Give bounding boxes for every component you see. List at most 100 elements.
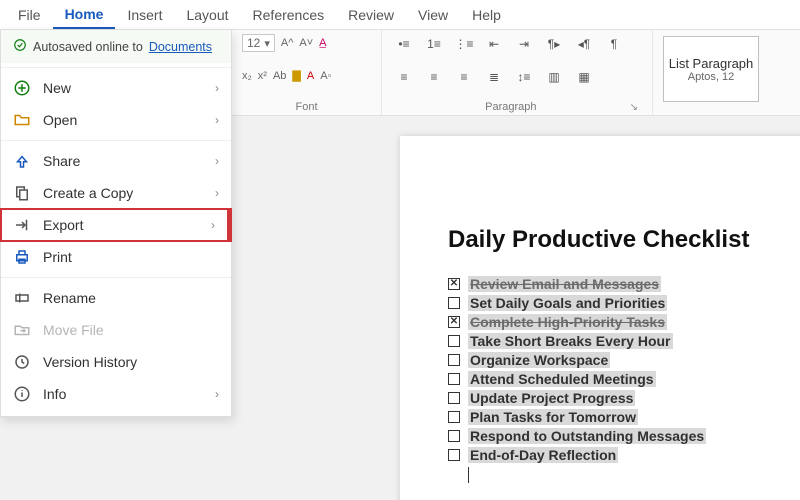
line-spacing-icon[interactable]: ↕≡ xyxy=(512,67,536,87)
font-group-label: Font xyxy=(242,99,371,113)
font-size-select[interactable]: 12 ▾ xyxy=(242,34,275,52)
show-marks-icon[interactable]: ¶ xyxy=(602,34,626,54)
paragraph-group-label: Paragraph xyxy=(392,99,630,113)
checklist-item-text[interactable]: Attend Scheduled Meetings xyxy=(468,371,656,387)
checklist-item[interactable]: Complete High-Priority Tasks xyxy=(448,314,800,330)
ribbon-group-font: 12 ▾ A^ A˅ A̲ x₂ x² Ab ▇ A A◦ Font xyxy=(232,30,382,115)
chevron-right-icon: › xyxy=(215,387,219,401)
history-icon xyxy=(13,353,31,371)
file-menu-info[interactable]: Info › xyxy=(1,378,231,410)
checklist-item[interactable]: Attend Scheduled Meetings xyxy=(448,371,800,387)
paragraph-dialog-launcher-icon[interactable]: ↘ xyxy=(630,102,642,113)
autosave-location-link[interactable]: Documents xyxy=(149,40,212,54)
tab-layout[interactable]: Layout xyxy=(174,2,240,28)
checklist-item[interactable]: Take Short Breaks Every Hour xyxy=(448,333,800,349)
tab-references[interactable]: References xyxy=(241,2,337,28)
tab-view[interactable]: View xyxy=(406,2,460,28)
rtl-icon[interactable]: ◂¶ xyxy=(572,34,596,54)
checklist-item[interactable]: Update Project Progress xyxy=(448,390,800,406)
font-color-icon[interactable]: A xyxy=(307,70,314,82)
checklist-item-text[interactable]: Respond to Outstanding Messages xyxy=(468,428,706,444)
checklist-item-text[interactable]: Plan Tasks for Tomorrow xyxy=(468,409,638,425)
checklist-item[interactable]: End-of-Day Reflection xyxy=(448,447,800,463)
superscript-icon[interactable]: x² xyxy=(258,70,267,82)
file-menu-print[interactable]: Print xyxy=(1,241,231,273)
bullets-icon[interactable]: •≡ xyxy=(392,34,416,54)
checkbox-icon[interactable] xyxy=(448,411,460,423)
justify-icon[interactable]: ≣ xyxy=(482,67,506,87)
file-menu-info-label: Info xyxy=(43,386,66,402)
file-menu-move-label: Move File xyxy=(43,322,104,338)
checklist-item[interactable]: Organize Workspace xyxy=(448,352,800,368)
tab-file[interactable]: File xyxy=(6,2,53,28)
align-left-icon[interactable]: ≡ xyxy=(392,67,416,87)
file-menu-share[interactable]: Share› xyxy=(1,145,231,177)
borders-icon[interactable]: ▦ xyxy=(572,67,596,87)
file-menu-history[interactable]: Version History xyxy=(1,346,231,378)
checklist-item-text[interactable]: Take Short Breaks Every Hour xyxy=(468,333,673,349)
checklist-item-text[interactable]: Organize Workspace xyxy=(468,352,610,368)
export-icon xyxy=(13,216,31,234)
file-menu-copy-label: Create a Copy xyxy=(43,185,133,201)
checklist-item[interactable]: Respond to Outstanding Messages xyxy=(448,428,800,444)
file-menu-export[interactable]: Export › xyxy=(1,209,231,241)
tab-insert[interactable]: Insert xyxy=(115,2,174,28)
highlight-icon[interactable]: ▇ xyxy=(292,69,300,82)
autosave-text: Autosaved online to xyxy=(33,40,143,54)
ltr-icon[interactable]: ¶▸ xyxy=(542,34,566,54)
checklist-item-text[interactable]: Set Daily Goals and Priorities xyxy=(468,295,667,311)
checkbox-icon[interactable] xyxy=(448,297,460,309)
document-page[interactable]: Daily Productive Checklist Review Email … xyxy=(400,136,800,500)
checklist-item-text[interactable]: Complete High-Priority Tasks xyxy=(468,314,667,330)
numbering-icon[interactable]: 1≡ xyxy=(422,34,446,54)
print-icon xyxy=(13,248,31,266)
checkbox-icon[interactable] xyxy=(448,354,460,366)
checklist[interactable]: Review Email and Messages Set Daily Goals… xyxy=(448,276,800,463)
checkbox-checked-icon[interactable] xyxy=(448,316,460,328)
checklist-item-text[interactable]: Review Email and Messages xyxy=(468,276,661,292)
checkbox-icon[interactable] xyxy=(448,373,460,385)
rename-icon xyxy=(13,289,31,307)
file-menu-export-label: Export xyxy=(43,217,83,233)
checklist-item[interactable]: Plan Tasks for Tomorrow xyxy=(448,409,800,425)
checklist-item-text[interactable]: End-of-Day Reflection xyxy=(468,447,618,463)
shrink-font-icon[interactable]: A˅ xyxy=(299,37,313,49)
style-list-paragraph[interactable]: List Paragraph Aptos, 12 xyxy=(663,36,759,102)
share-icon xyxy=(13,152,31,170)
grow-font-icon[interactable]: A^ xyxy=(281,37,294,49)
checklist-item-text[interactable]: Update Project Progress xyxy=(468,390,635,406)
tab-review[interactable]: Review xyxy=(336,2,406,28)
inc-indent-icon[interactable]: ⇥ xyxy=(512,34,536,54)
file-menu-history-label: Version History xyxy=(43,354,137,370)
tab-home[interactable]: Home xyxy=(53,1,116,29)
folder-icon xyxy=(13,111,31,129)
file-menu-rename[interactable]: Rename xyxy=(1,282,231,314)
checkbox-icon[interactable] xyxy=(448,449,460,461)
clear-format-icon[interactable]: A◦ xyxy=(320,70,331,82)
shading-icon[interactable]: ▥ xyxy=(542,67,566,87)
align-right-icon[interactable]: ≡ xyxy=(452,67,476,87)
checklist-item[interactable]: Set Daily Goals and Priorities xyxy=(448,295,800,311)
file-menu-rename-label: Rename xyxy=(43,290,96,306)
tab-help[interactable]: Help xyxy=(460,2,513,28)
document-title[interactable]: Daily Productive Checklist xyxy=(448,226,800,254)
file-menu-new-label: New xyxy=(43,80,71,96)
align-center-icon[interactable]: ≡ xyxy=(422,67,446,87)
multilevel-icon[interactable]: ⋮≡ xyxy=(452,34,476,54)
file-menu-open[interactable]: Open› xyxy=(1,104,231,136)
checkbox-checked-icon[interactable] xyxy=(448,278,460,290)
checkbox-icon[interactable] xyxy=(448,392,460,404)
chevron-down-icon: ▾ xyxy=(264,37,270,50)
chevron-right-icon: › xyxy=(211,218,215,232)
styles-pane-icon[interactable]: A̲ xyxy=(319,37,326,49)
dec-indent-icon[interactable]: ⇤ xyxy=(482,34,506,54)
checkbox-icon[interactable] xyxy=(448,335,460,347)
checklist-item[interactable]: Review Email and Messages xyxy=(448,276,800,292)
file-menu-copy[interactable]: Create a Copy› xyxy=(1,177,231,209)
checkbox-icon[interactable] xyxy=(448,430,460,442)
file-menu-new[interactable]: New› xyxy=(1,72,231,104)
change-case-icon[interactable]: Ab xyxy=(273,70,286,82)
subscript-icon[interactable]: x₂ xyxy=(242,70,252,82)
info-icon xyxy=(13,385,31,403)
move-icon xyxy=(13,321,31,339)
